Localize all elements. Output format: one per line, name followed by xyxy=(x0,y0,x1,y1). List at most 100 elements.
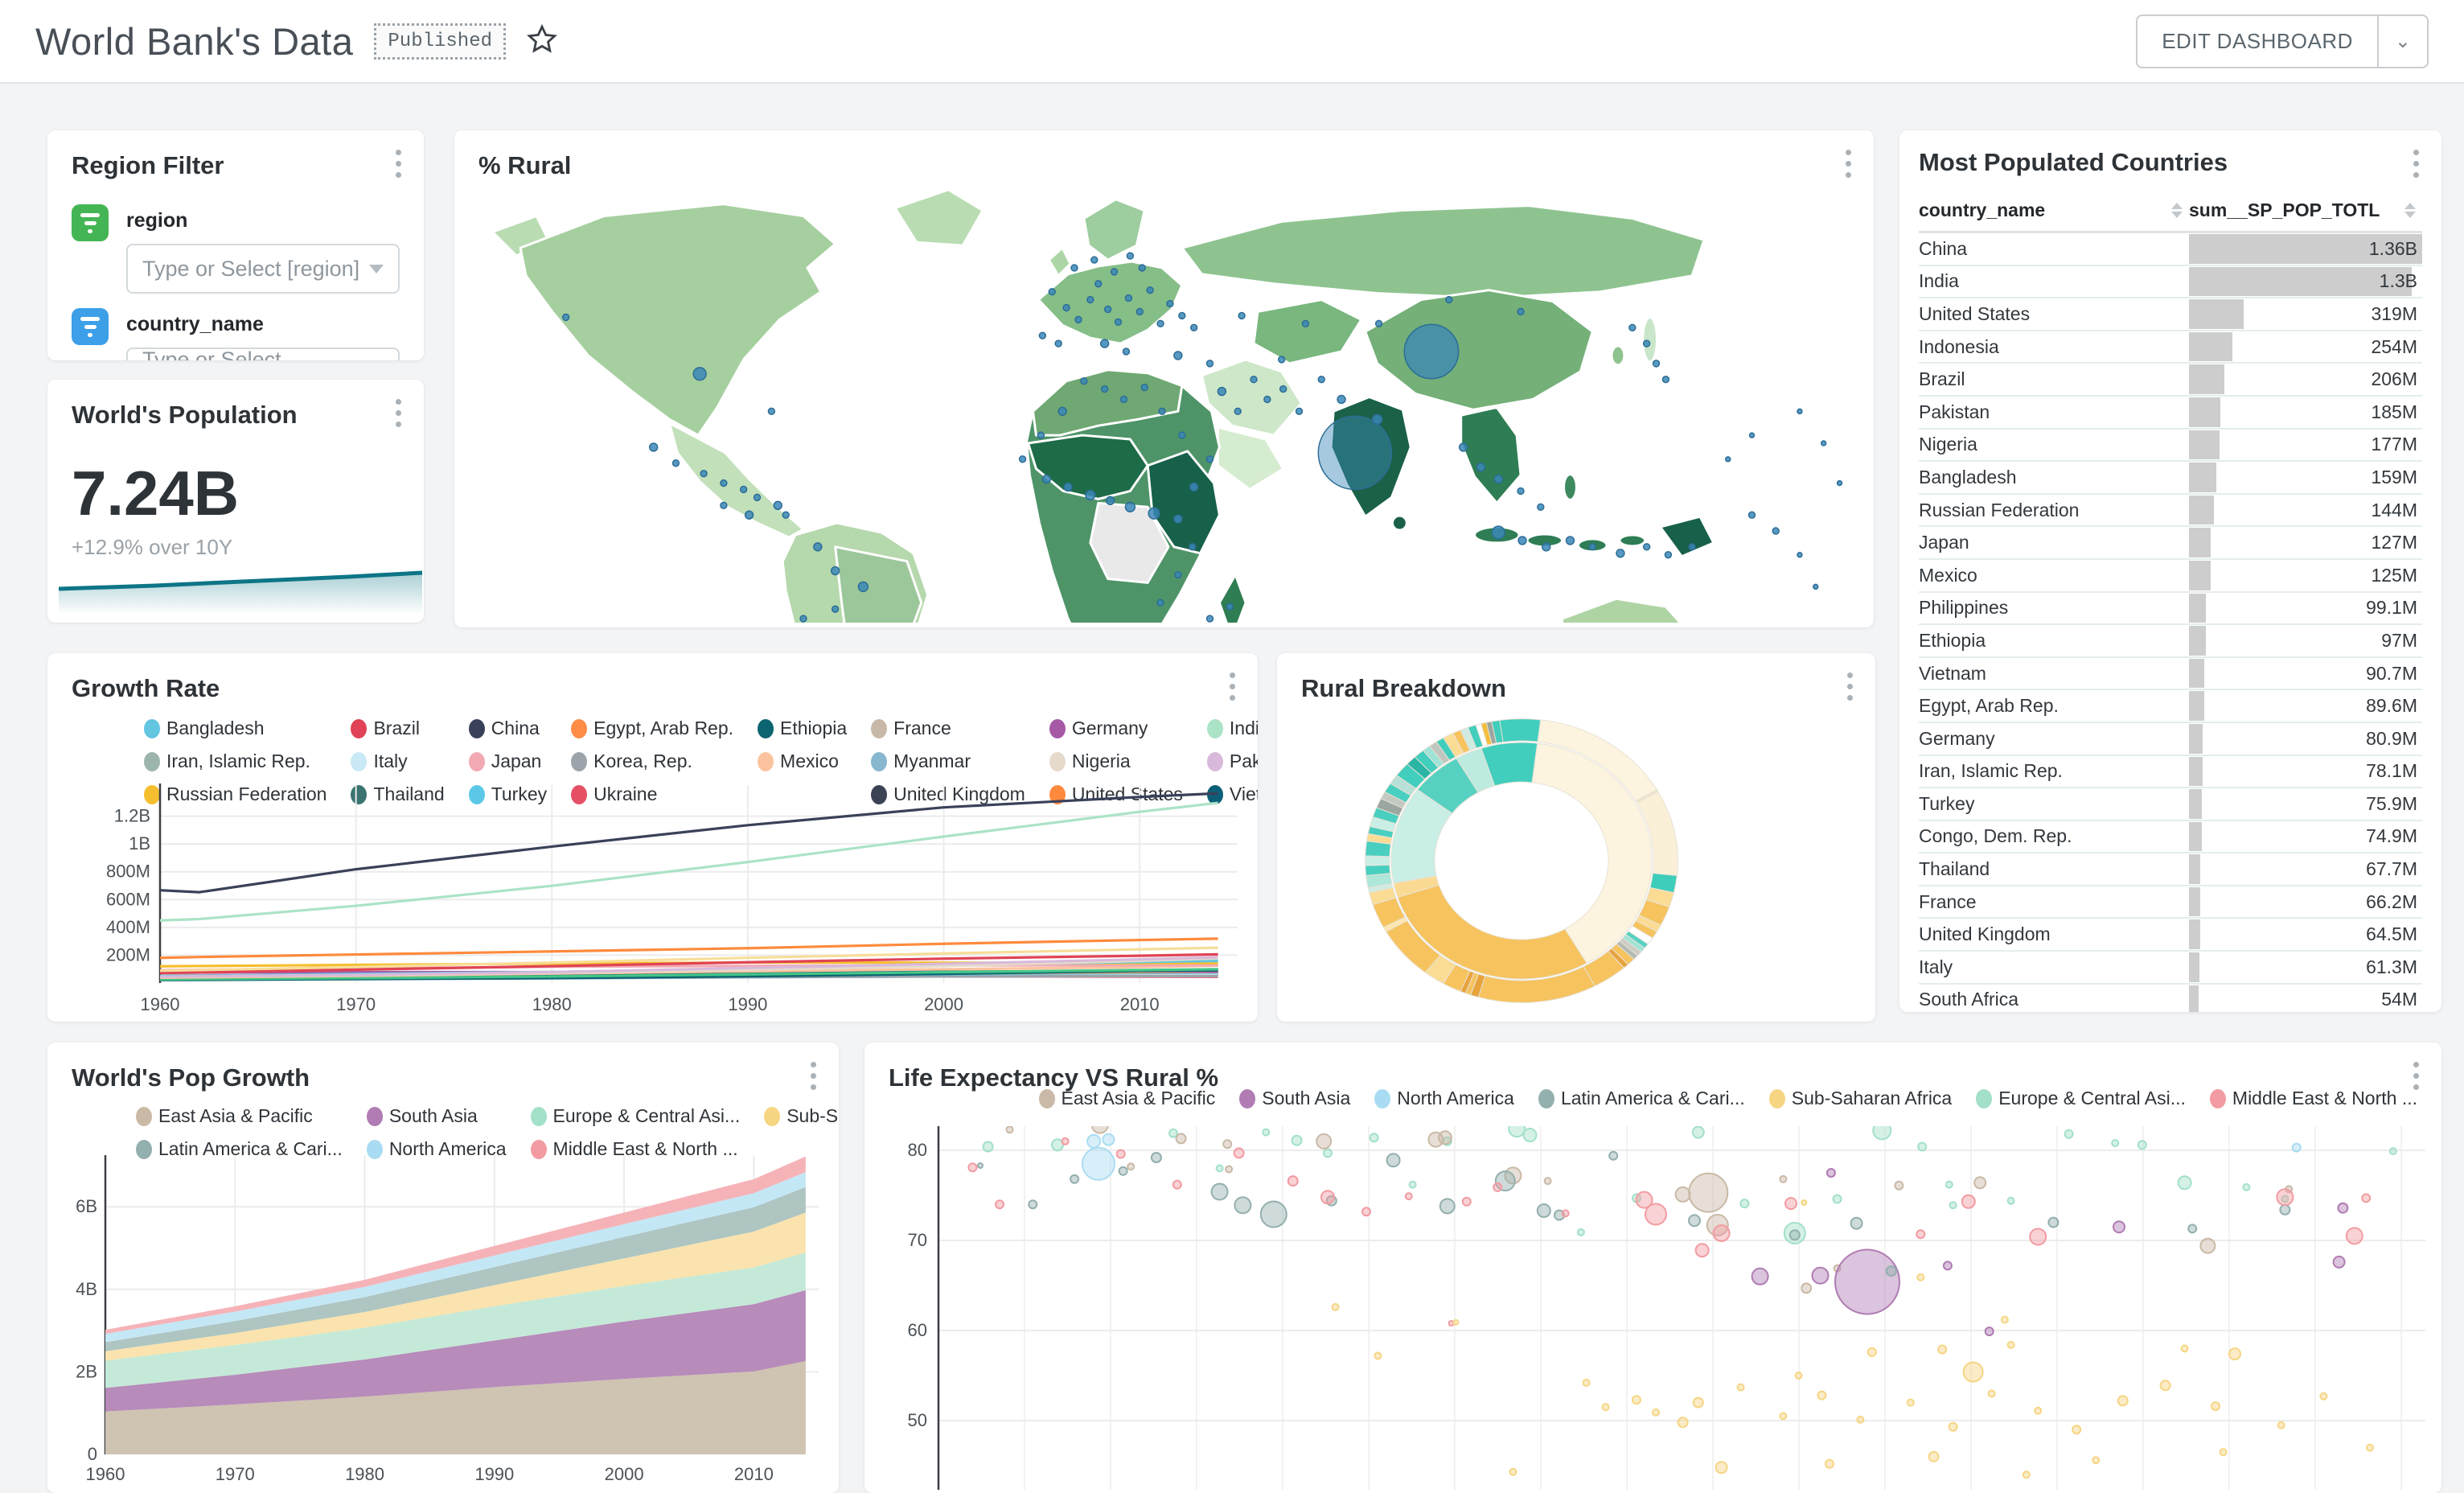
legend-item[interactable]: East Asia & Pacific xyxy=(1039,1088,1216,1109)
table-row[interactable]: Congo, Dem. Rep.74.9M xyxy=(1919,821,2422,854)
legend-item[interactable]: France xyxy=(871,718,1025,739)
legend-item[interactable]: Brazil xyxy=(351,718,444,739)
pop-growth-area-chart[interactable]: 02B4B6B196019701980199020002010 xyxy=(59,1155,831,1493)
svg-text:0: 0 xyxy=(88,1444,97,1464)
legend-item[interactable]: Egypt, Arab Rep. xyxy=(571,718,733,739)
legend-item[interactable]: Sub-Saharan Africa xyxy=(1769,1088,1952,1109)
favorite-star-icon[interactable] xyxy=(525,23,559,60)
table-row[interactable]: Italy61.3M xyxy=(1919,952,2422,985)
table-row[interactable]: France66.2M xyxy=(1919,886,2422,919)
big-number-value: 7.24B xyxy=(47,430,424,530)
legend-item[interactable]: India xyxy=(1207,718,1258,739)
svg-text:1980: 1980 xyxy=(345,1464,384,1484)
table-row[interactable]: South Africa54M xyxy=(1919,985,2422,1012)
table-row[interactable]: Philippines99.1M xyxy=(1919,593,2422,626)
card-title: Growth Rate xyxy=(47,653,1258,703)
legend-item[interactable]: Europe & Central Asi... xyxy=(1976,1088,2186,1109)
growth-line-chart[interactable]: 200M400M600M800M1B1.2B196019701980199020… xyxy=(64,780,1246,1022)
legend-dot xyxy=(367,1107,383,1126)
legend-dot xyxy=(1207,752,1223,771)
table-row[interactable]: Mexico125M xyxy=(1919,560,2422,593)
legend-item[interactable]: Korea, Rep. xyxy=(571,751,733,772)
growth-rate-card: Growth Rate Bangladesh Brazil China Egypt, … xyxy=(47,653,1258,1022)
sort-icon xyxy=(2171,203,2183,218)
table-row[interactable]: Nigeria177M xyxy=(1919,430,2422,463)
legend-item[interactable]: Iran, Islamic Rep. xyxy=(144,751,326,772)
legend-item[interactable]: Nigeria xyxy=(1049,751,1183,772)
legend-item[interactable]: North America xyxy=(1374,1088,1514,1109)
scatter-bubble-chart[interactable]: 50607080 xyxy=(877,1126,2429,1490)
legend-item[interactable]: South Asia xyxy=(1239,1088,1350,1109)
filter-funnel-icon xyxy=(72,204,109,241)
legend-dot xyxy=(469,719,485,738)
kebab-menu-icon[interactable] xyxy=(1842,672,1858,701)
svg-text:1.2B: 1.2B xyxy=(114,806,150,826)
published-badge[interactable]: Published xyxy=(374,23,506,60)
table-row[interactable]: Brazil206M xyxy=(1919,364,2422,397)
table-row[interactable]: Iran, Islamic Rep.78.1M xyxy=(1919,756,2422,789)
legend-item[interactable]: South Asia xyxy=(367,1105,507,1127)
country-name-select[interactable]: Type or Select [country_name] xyxy=(126,348,400,360)
country-table: country_name sum__SP_POP_TOTL China1.36B… xyxy=(1919,191,2422,1012)
column-header-country[interactable]: country_name xyxy=(1919,199,2189,221)
legend-item[interactable]: Mexico xyxy=(758,751,847,772)
legend-item[interactable]: Middle East & North ... xyxy=(2210,1088,2417,1109)
svg-text:800M: 800M xyxy=(106,862,150,882)
table-row[interactable]: Bangladesh159M xyxy=(1919,462,2422,495)
legend-item[interactable]: Japan xyxy=(469,751,547,772)
svg-text:1990: 1990 xyxy=(728,994,767,1014)
table-row[interactable]: Germany80.9M xyxy=(1919,723,2422,756)
region-select[interactable]: Type or Select [region] xyxy=(126,244,400,294)
table-row[interactable]: Russian Federation144M xyxy=(1919,495,2422,528)
rural-breakdown-card: Rural Breakdown xyxy=(1277,653,1875,1022)
kebab-menu-icon[interactable] xyxy=(390,150,406,178)
sort-icon xyxy=(2404,203,2416,218)
table-row[interactable]: Japan127M xyxy=(1919,527,2422,560)
legend-item[interactable]: Pakistan xyxy=(1207,751,1258,772)
legend-dot xyxy=(1049,719,1066,738)
card-title: Most Populated Countries xyxy=(1899,130,2441,177)
table-row[interactable]: Vietnam90.7M xyxy=(1919,658,2422,691)
table-row[interactable]: Pakistan185M xyxy=(1919,397,2422,430)
legend-dot xyxy=(1239,1089,1255,1108)
world-map[interactable] xyxy=(454,172,1874,623)
legend-item[interactable]: Italy xyxy=(351,751,444,772)
table-row[interactable]: China1.36B xyxy=(1919,233,2422,266)
legend-dot xyxy=(144,752,160,771)
legend-dot xyxy=(1976,1089,1992,1108)
table-row[interactable]: Indonesia254M xyxy=(1919,331,2422,364)
kebab-menu-icon[interactable] xyxy=(2408,1062,2424,1090)
kebab-menu-icon[interactable] xyxy=(805,1062,821,1090)
table-row[interactable]: Ethiopia97M xyxy=(1919,625,2422,658)
legend-item[interactable]: Europe & Central Asi... xyxy=(531,1105,741,1127)
legend-item[interactable]: Bangladesh xyxy=(144,718,326,739)
legend-dot xyxy=(571,752,587,771)
legend-item[interactable]: Sub-Saharan Africa xyxy=(764,1105,839,1127)
table-row[interactable]: United Kingdom64.5M xyxy=(1919,919,2422,952)
legend-item[interactable]: East Asia & Pacific xyxy=(136,1105,343,1127)
svg-text:70: 70 xyxy=(908,1230,927,1250)
svg-text:2000: 2000 xyxy=(605,1464,644,1484)
table-row[interactable]: Turkey75.9M xyxy=(1919,788,2422,821)
legend-item[interactable]: Ethiopia xyxy=(758,718,847,739)
rural-sunburst-chart[interactable] xyxy=(1277,703,1875,1018)
legend-item[interactable]: Myanmar xyxy=(871,751,1025,772)
svg-text:1960: 1960 xyxy=(86,1464,125,1484)
edit-dashboard-button[interactable]: EDIT DASHBOARD xyxy=(2136,14,2379,68)
svg-text:2010: 2010 xyxy=(734,1464,774,1484)
kebab-menu-icon[interactable] xyxy=(2408,150,2424,178)
legend-dot xyxy=(351,752,367,771)
kebab-menu-icon[interactable] xyxy=(390,399,406,427)
header-menu-caret[interactable]: ⌄ xyxy=(2379,14,2429,68)
table-row[interactable]: Thailand67.7M xyxy=(1919,853,2422,886)
legend-item[interactable]: Germany xyxy=(1049,718,1183,739)
scatter-legend: East Asia & Pacific South Asia North Ameri… xyxy=(1039,1088,2417,1109)
kebab-menu-icon[interactable] xyxy=(1224,672,1240,701)
pop-growth-card: World's Pop Growth East Asia & PacificSo… xyxy=(47,1043,839,1493)
table-row[interactable]: India1.3B xyxy=(1919,266,2422,299)
table-row[interactable]: United States319M xyxy=(1919,298,2422,331)
column-header-population[interactable]: sum__SP_POP_TOTL xyxy=(2189,199,2422,221)
table-row[interactable]: Egypt, Arab Rep.89.6M xyxy=(1919,690,2422,723)
legend-item[interactable]: China xyxy=(469,718,547,739)
legend-item[interactable]: Latin America & Cari... xyxy=(1538,1088,1745,1109)
